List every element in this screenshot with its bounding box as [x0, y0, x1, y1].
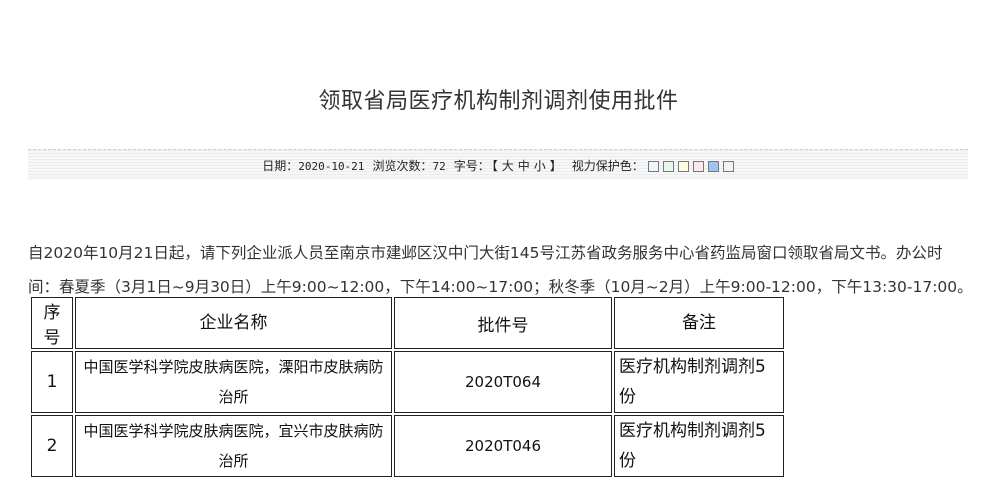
table-header-row: 序号 企业名称 批件号 备注	[31, 297, 784, 349]
row-company: 中国医学科学院皮肤病医院，宜兴市皮肤病防治所	[75, 415, 392, 477]
view-count: 浏览次数：72	[372, 157, 445, 174]
approval-table: 序号 企业名称 批件号 备注 1 中国医学科学院皮肤病医院，溧阳市皮肤病防治所 …	[29, 295, 786, 479]
header-index: 序号	[31, 297, 73, 349]
header-approval-no: 批件号	[394, 297, 612, 349]
header-note: 备注	[614, 297, 784, 349]
row-note: 医疗机构制剂调剂5份	[614, 351, 784, 413]
row-approval-no: 2020T064	[394, 351, 612, 413]
date-value: 2020-10-21	[298, 159, 365, 173]
color-swatch-3[interactable]	[677, 160, 689, 172]
font-size-label: 字号：	[453, 158, 490, 173]
row-company: 中国医学科学院皮肤病医院，溧阳市皮肤病防治所	[75, 351, 392, 413]
font-medium-link[interactable]: 中	[518, 159, 530, 173]
views-label: 浏览次数：	[372, 158, 433, 173]
font-large-link[interactable]: 大	[502, 159, 514, 173]
notice-paragraph: 自2020年10月21日起，请下列企业派人员至南京市建邺区汉中门大街145号江苏…	[28, 244, 973, 296]
views-value: 72	[432, 159, 446, 173]
article-meta-bar: 日期：2020-10-21 浏览次数：72 字号：【大中小】 视力保护色：	[28, 149, 968, 180]
font-size-control: 字号：【大中小】	[454, 157, 564, 174]
table-row: 1 中国医学科学院皮肤病医院，溧阳市皮肤病防治所 2020T064 医疗机构制剂…	[31, 351, 784, 413]
row-approval-no: 2020T046	[394, 415, 612, 477]
eye-protection-control: 视力保护色：	[572, 157, 734, 174]
font-small-link[interactable]: 小	[534, 159, 546, 173]
publish-date: 日期：2020-10-21	[262, 157, 364, 174]
eye-protection-label: 视力保护色：	[571, 158, 644, 173]
row-index: 2	[31, 415, 73, 477]
color-swatch-4[interactable]	[692, 160, 704, 172]
date-label: 日期：	[262, 158, 299, 173]
table-row: 2 中国医学科学院皮肤病医院，宜兴市皮肤病防治所 2020T046 医疗机构制剂…	[31, 415, 784, 477]
header-company: 企业名称	[75, 297, 392, 349]
color-swatch-2[interactable]	[662, 160, 674, 172]
row-note: 医疗机构制剂调剂5份	[614, 415, 784, 477]
page-title: 领取省局医疗机构制剂调剂使用批件	[318, 89, 679, 114]
color-swatch-group	[647, 160, 734, 172]
color-swatch-5[interactable]	[707, 160, 719, 172]
font-bracket-open: 【	[491, 158, 498, 173]
row-index: 1	[31, 351, 73, 413]
color-swatch-1[interactable]	[647, 160, 659, 172]
color-swatch-6[interactable]	[722, 160, 734, 172]
font-bracket-close: 】	[549, 158, 562, 173]
